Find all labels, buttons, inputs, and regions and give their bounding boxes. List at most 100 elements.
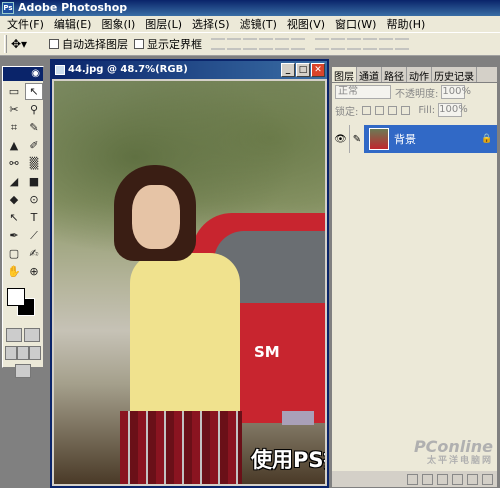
close-button[interactable]: ✕ (311, 63, 325, 77)
menu-select[interactable]: 选择(S) (187, 16, 235, 32)
distribute-buttons (314, 38, 410, 50)
shape-tool-icon[interactable]: ⟋ (25, 227, 43, 244)
checkbox-box[interactable] (49, 39, 59, 49)
lock-all-icon[interactable] (401, 105, 411, 115)
layer-item-background[interactable]: 👁 ✎ 背景 🔒 (332, 125, 497, 153)
new-set-icon[interactable] (437, 473, 448, 485)
lasso-tool-icon[interactable]: ✂ (5, 101, 23, 118)
mask-modes (3, 326, 43, 344)
distribute-hcenter-icon[interactable] (379, 38, 393, 50)
tab-history[interactable]: 历史记录 (432, 67, 477, 83)
tab-layers[interactable]: 图层 (332, 67, 357, 83)
align-hcenter-icon[interactable] (275, 38, 289, 50)
healing-brush-tool-icon[interactable]: ▲ (5, 137, 23, 154)
layers-bottom-bar (332, 471, 497, 487)
magic-wand-tool-icon[interactable]: ⚲ (25, 101, 43, 118)
eraser-tool-icon[interactable]: ◢ (5, 173, 23, 190)
watermark-sub: 太平洋电脑网 (426, 456, 493, 466)
tab-channels[interactable]: 通道 (357, 67, 382, 83)
distribute-top-icon[interactable] (315, 38, 329, 50)
align-vcenter-icon[interactable] (227, 38, 241, 50)
layer-style-icon[interactable] (407, 473, 418, 485)
notes-tool-icon[interactable]: ▢ (5, 245, 23, 262)
tab-paths[interactable]: 路径 (382, 67, 407, 83)
show-bounding-box-checkbox[interactable]: 显示定界框 (134, 36, 202, 52)
checkbox-box[interactable] (134, 39, 144, 49)
blend-mode-select[interactable]: 正常 (335, 85, 391, 99)
menu-view[interactable]: 视图(V) (282, 16, 330, 32)
app-titlebar: Ps Adobe Photoshop (0, 0, 500, 16)
photo-girl-face (132, 185, 180, 249)
minimize-button[interactable]: _ (281, 63, 295, 77)
document-titlebar[interactable]: 44.jpg @ 48.7%(RGB) _ □ ✕ (52, 61, 327, 79)
fill-field[interactable]: 100% (438, 103, 468, 117)
dodge-tool-icon[interactable]: ⊙ (25, 191, 43, 208)
full-screen-icon[interactable] (29, 346, 41, 360)
distribute-right-icon[interactable] (395, 38, 409, 50)
lock-row: 锁定: Fill: 100% (332, 101, 497, 119)
auto-select-layer-checkbox[interactable]: 自动选择图层 (49, 36, 128, 52)
history-brush-tool-icon[interactable]: ▒ (25, 155, 43, 172)
tab-actions[interactable]: 动作 (407, 67, 432, 83)
align-buttons (210, 38, 306, 50)
photo-car-logo: SM (254, 343, 280, 361)
menu-edit[interactable]: 编辑(E) (49, 16, 97, 32)
menu-window[interactable]: 窗口(W) (330, 16, 381, 32)
quick-mask-mode-icon[interactable] (24, 328, 40, 342)
hand-tool-icon[interactable]: ✋ (5, 263, 23, 280)
lock-transparent-icon[interactable] (362, 105, 372, 115)
distribute-left-icon[interactable] (363, 38, 377, 50)
align-top-icon[interactable] (211, 38, 225, 50)
menu-help[interactable]: 帮助(H) (381, 16, 430, 32)
foreground-color-swatch[interactable] (7, 288, 25, 306)
pconline-watermark: PConline 太平洋电脑网 (414, 439, 493, 469)
eye-icon[interactable]: 👁 (332, 125, 350, 153)
maximize-button[interactable]: □ (296, 63, 310, 77)
menu-filter[interactable]: 滤镜(T) (235, 16, 282, 32)
crop-tool-icon[interactable]: ⌗ (5, 119, 23, 136)
brush-tool-icon[interactable]: ✐ (25, 137, 43, 154)
adjustment-layer-icon[interactable] (452, 473, 463, 485)
new-layer-icon[interactable] (467, 473, 478, 485)
move-tool-preset-icon[interactable]: ✥▾ (11, 34, 43, 54)
toolbox-header[interactable]: ◉ (3, 67, 43, 81)
menubar: 文件(F) 编辑(E) 图象(I) 图层(L) 选择(S) 滤镜(T) 视图(V… (0, 16, 500, 32)
align-bottom-icon[interactable] (243, 38, 257, 50)
lock-position-icon[interactable] (388, 105, 398, 115)
options-grip[interactable] (4, 35, 7, 53)
path-selection-tool-icon[interactable]: ↖ (5, 209, 23, 226)
trash-icon[interactable] (482, 473, 493, 485)
photo-girl-top (130, 253, 240, 421)
image-caption: 使用PS打开图片 (251, 448, 325, 472)
marquee-tool-icon[interactable]: ▭ (5, 83, 23, 100)
slice-tool-icon[interactable]: ✎ (25, 119, 43, 136)
layer-name: 背景 (394, 133, 416, 146)
blur-tool-icon[interactable]: ◆ (5, 191, 23, 208)
move-tool-icon[interactable]: ↖ (25, 83, 43, 100)
jump-to-imageready-icon[interactable] (15, 364, 31, 378)
standard-mode-icon[interactable] (6, 328, 22, 342)
zoom-tool-icon[interactable]: ⊕ (25, 263, 43, 280)
opacity-field[interactable]: 100% (441, 85, 471, 99)
brush-link-icon[interactable]: ✎ (350, 125, 364, 153)
distribute-bottom-icon[interactable] (347, 38, 361, 50)
menu-file[interactable]: 文件(F) (2, 16, 49, 32)
clone-stamp-tool-icon[interactable]: ⚯ (5, 155, 23, 172)
menu-layer[interactable]: 图层(L) (140, 16, 187, 32)
menu-image[interactable]: 图象(I) (96, 16, 140, 32)
lock-image-icon[interactable] (375, 105, 385, 115)
distribute-vcenter-icon[interactable] (331, 38, 345, 50)
image-canvas[interactable]: SM 使用PS打开图片 (54, 81, 325, 484)
align-left-icon[interactable] (259, 38, 273, 50)
type-tool-icon[interactable]: T (25, 209, 43, 226)
tool-grid: ▭ ↖ ✂ ⚲ ⌗ ✎ ▲ ✐ ⚯ ▒ ◢ ■ ◆ ⊙ ↖ T ✒ ⟋ ▢ ✍ … (3, 81, 43, 282)
lock-icon: 🔒 (481, 134, 493, 144)
add-mask-icon[interactable] (422, 473, 433, 485)
eyedropper-tool-icon[interactable]: ✍ (25, 245, 43, 262)
gradient-tool-icon[interactable]: ■ (25, 173, 43, 190)
pen-tool-icon[interactable]: ✒ (5, 227, 23, 244)
full-screen-menu-icon[interactable] (17, 346, 29, 360)
align-right-icon[interactable] (291, 38, 305, 50)
opacity-label: 不透明度: (395, 88, 439, 100)
standard-screen-icon[interactable] (5, 346, 17, 360)
